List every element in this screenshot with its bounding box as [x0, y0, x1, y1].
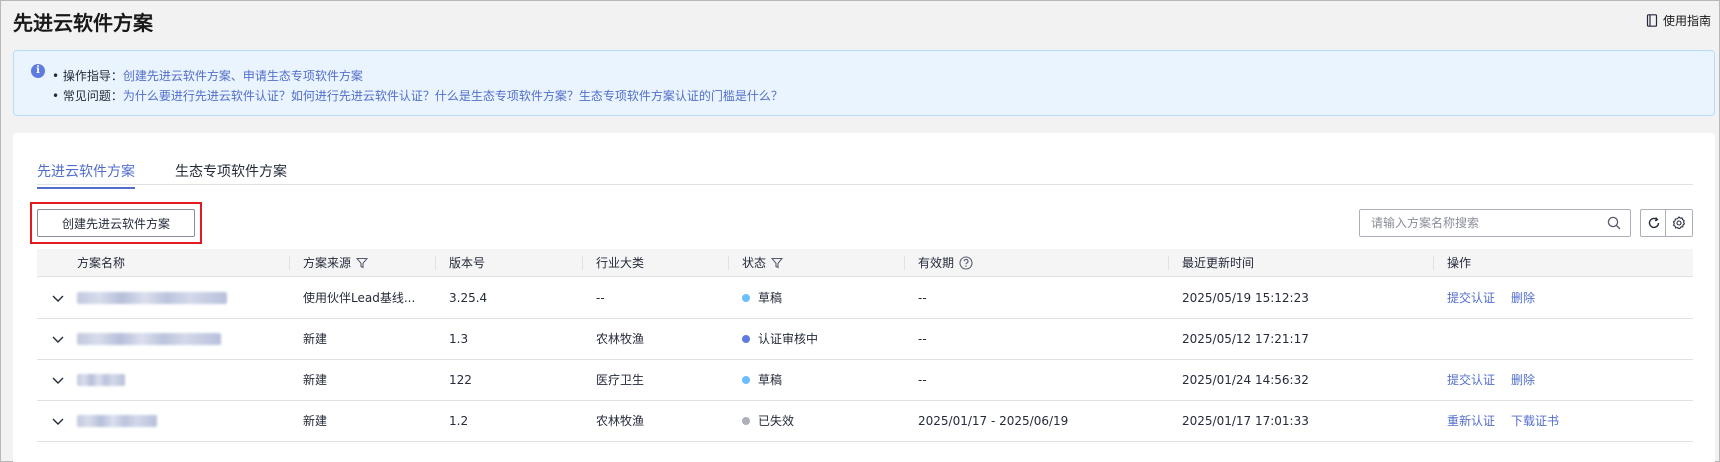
status-text: 认证审核中 [758, 332, 819, 346]
search-icon[interactable] [1607, 216, 1621, 230]
tab-advanced-cloud-software[interactable]: 先进云软件方案 [37, 161, 135, 189]
column-header-status: 状态 [742, 249, 784, 277]
updated-cell: 2025/01/24 14:56:32 [1182, 373, 1309, 387]
table-row: 新建 1.2 农林牧渔 已失效 2025/01/17 - 2025/06/19 … [37, 401, 1693, 442]
chevron-down-icon[interactable] [51, 291, 65, 305]
validity-cell: -- [918, 291, 927, 305]
status-cell: 草稿 [742, 278, 782, 318]
info-icon: i [31, 64, 45, 78]
user-guide-link[interactable]: 使用指南 [1646, 12, 1711, 29]
column-header-validity: 有效期 [918, 249, 973, 277]
actions-cell: 提交认证 删除 [1447, 360, 1551, 400]
guide-line-link[interactable]: 创建先进云软件方案、申请生态专项软件方案 [123, 69, 363, 83]
solution-name-redacted[interactable] [77, 333, 221, 345]
gear-icon [1672, 216, 1686, 230]
validity-cell: -- [918, 373, 927, 387]
download-certificate-link[interactable]: 下载证书 [1511, 414, 1559, 428]
solution-name-redacted[interactable] [77, 415, 157, 427]
search-input[interactable] [1360, 210, 1600, 236]
column-header-actions: 操作 [1447, 256, 1472, 270]
status-cell: 草稿 [742, 360, 782, 400]
column-header-industry: 行业大类 [596, 256, 645, 270]
table-row: 新建 122 医疗卫生 草稿 -- 2025/01/24 14:56:32 提交… [37, 360, 1693, 401]
status-dot [742, 376, 750, 384]
source-cell: 新建 [303, 373, 328, 387]
status-text: 已失效 [758, 414, 795, 428]
tab-bar: 先进云软件方案 生态专项软件方案 [37, 161, 1693, 189]
submit-certification-link[interactable]: 提交认证 [1447, 373, 1495, 387]
filter-icon[interactable] [771, 257, 784, 269]
refresh-icon [1648, 217, 1660, 229]
column-header-version: 版本号 [449, 256, 486, 270]
status-dot [742, 294, 750, 302]
page-frame: 先进云软件方案 使用指南 i • 操作指导：创建先进云软件方案、申请生态专项软件… [0, 0, 1720, 462]
version-cell: 3.25.4 [449, 291, 488, 305]
updated-cell: 2025/05/12 17:21:17 [1182, 332, 1309, 346]
chevron-down-icon[interactable] [51, 414, 65, 428]
chevron-down-icon[interactable] [51, 332, 65, 346]
industry-cell: 农林牧渔 [596, 332, 645, 346]
status-dot [742, 417, 750, 425]
updated-cell: 2025/01/17 17:01:33 [1182, 414, 1309, 428]
industry-cell: 医疗卫生 [596, 373, 645, 387]
table-row: 新建 1.3 农林牧渔 认证审核中 -- 2025/05/12 17:21:17 [37, 319, 1693, 360]
faq-line-label: • 常见问题： [52, 89, 123, 103]
status-text: 草稿 [758, 291, 783, 305]
page-title: 先进云软件方案 [13, 11, 153, 35]
submit-certification-link[interactable]: 提交认证 [1447, 291, 1495, 305]
source-cell: 新建 [303, 414, 328, 428]
status-dot [742, 335, 750, 343]
user-guide-label: 使用指南 [1662, 14, 1711, 28]
actions-cell: 提交认证 删除 [1447, 278, 1551, 318]
create-solution-button[interactable]: 创建先进云软件方案 [37, 209, 195, 237]
version-cell: 122 [449, 373, 472, 387]
table-header: 方案名称 方案来源 版本号 行业大类 状态 有效期 最近更新时间 操作 [37, 249, 1693, 277]
faq-line: • 常见问题：为什么要进行先进云软件认证？如何进行先进云软件认证？什么是生态专项… [52, 87, 783, 104]
source-cell: 使用伙伴Lead基线... [303, 291, 416, 305]
refresh-button[interactable] [1640, 209, 1668, 237]
faq-line-link[interactable]: 为什么要进行先进云软件认证？如何进行先进云软件认证？什么是生态专项软件方案？生态… [123, 89, 783, 103]
column-header-source: 方案来源 [303, 249, 369, 277]
filter-icon[interactable] [356, 257, 369, 269]
guide-line: • 操作指导：创建先进云软件方案、申请生态专项软件方案 [52, 67, 363, 84]
version-cell: 1.3 [449, 332, 469, 346]
actions-cell: 重新认证 下载证书 [1447, 401, 1575, 441]
table-settings-button[interactable] [1665, 209, 1693, 237]
status-cell: 已失效 [742, 401, 794, 441]
industry-cell: -- [596, 291, 605, 305]
recertify-link[interactable]: 重新认证 [1447, 414, 1495, 428]
guide-line-label: • 操作指导： [52, 69, 123, 83]
content-card: 先进云软件方案 生态专项软件方案 创建先进云软件方案 方案名称 [13, 133, 1715, 462]
chevron-down-icon[interactable] [51, 373, 65, 387]
tab-ecosystem-software[interactable]: 生态专项软件方案 [175, 161, 287, 187]
delete-link[interactable]: 删除 [1511, 291, 1535, 305]
status-cell: 认证审核中 [742, 319, 818, 359]
validity-cell: -- [918, 332, 927, 346]
info-notice: i • 操作指导：创建先进云软件方案、申请生态专项软件方案 • 常见问题：为什么… [13, 50, 1715, 116]
industry-cell: 农林牧渔 [596, 414, 645, 428]
book-icon [1646, 14, 1658, 27]
column-header-updated: 最近更新时间 [1182, 256, 1255, 270]
table-row: 使用伙伴Lead基线... 3.25.4 -- 草稿 -- 2025/05/19… [37, 278, 1693, 319]
search-box [1359, 209, 1631, 237]
delete-link[interactable]: 删除 [1511, 373, 1535, 387]
source-cell: 新建 [303, 332, 328, 346]
column-header-name: 方案名称 [77, 256, 126, 270]
solution-name-redacted[interactable] [77, 292, 227, 304]
updated-cell: 2025/05/19 15:12:23 [1182, 291, 1309, 305]
help-icon[interactable] [959, 256, 973, 270]
solution-name-redacted[interactable] [77, 374, 125, 386]
status-text: 草稿 [758, 373, 783, 387]
version-cell: 1.2 [449, 414, 469, 428]
validity-cell: 2025/01/17 - 2025/06/19 [918, 414, 1069, 428]
